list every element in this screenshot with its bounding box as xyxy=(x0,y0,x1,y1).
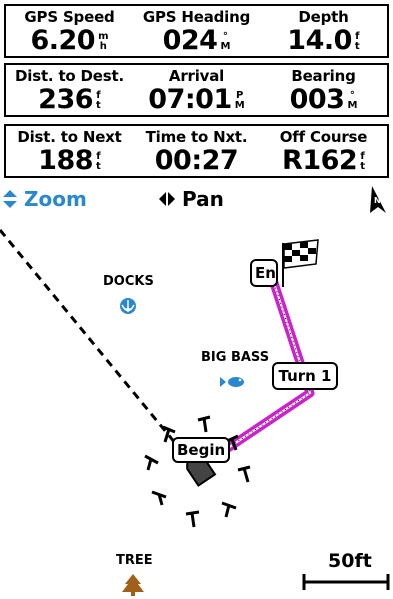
field-label: Dist. to Dest. xyxy=(15,67,124,85)
field-unit: ft xyxy=(360,151,365,172)
end-waypoint[interactable]: End xyxy=(250,259,278,287)
map-canvas xyxy=(0,229,390,596)
field-label: Time to Nxt. xyxy=(145,128,248,146)
big-bass-label: BIG BASS xyxy=(201,350,270,365)
field-label: Bearing xyxy=(291,67,356,85)
field-value: 003 xyxy=(289,84,345,115)
field-label: Off Course xyxy=(279,128,368,146)
field-value: 00:27 xyxy=(154,145,239,176)
bearing-field[interactable]: Bearing 003 ° M xyxy=(260,65,387,115)
dist-to-next-field[interactable]: Dist. to Next 188 ft xyxy=(6,126,133,176)
arrival-field[interactable]: Arrival 07:01 PM xyxy=(133,65,260,115)
map-toolbar: Zoom Pan N xyxy=(0,183,393,219)
field-label: GPS Heading xyxy=(142,8,251,26)
field-label: Depth xyxy=(298,8,349,26)
field-unit: ° M xyxy=(347,90,358,111)
up-down-arrows-icon xyxy=(3,190,17,208)
data-row-2: Dist. to Dest. 236 ft Arrival 07:01 PM B… xyxy=(4,63,389,117)
field-label: GPS Speed xyxy=(24,8,115,26)
field-label: Dist. to Next xyxy=(17,128,122,146)
scale-label: 50ft xyxy=(328,550,372,572)
heading-line xyxy=(0,229,187,456)
fish-marker xyxy=(220,377,244,387)
field-value: 236 xyxy=(38,84,94,115)
north-arrow-icon[interactable]: N xyxy=(366,183,390,217)
pan-label: Pan xyxy=(182,187,224,211)
time-to-next-field[interactable]: Time to Nxt. 00:27 xyxy=(133,126,260,176)
data-row-3: Dist. to Next 188 ft Time to Nxt. 00:27 … xyxy=(4,124,389,178)
pan-button[interactable]: Pan xyxy=(158,187,224,211)
field-label: Arrival xyxy=(168,67,225,85)
left-right-arrows-icon xyxy=(159,192,175,206)
field-unit: ° M xyxy=(220,31,231,52)
gps-speed-field[interactable]: GPS Speed 6.20 mh xyxy=(6,6,133,56)
zoom-label: Zoom xyxy=(24,187,87,211)
field-value: 6.20 xyxy=(30,25,96,56)
svg-text:N: N xyxy=(374,196,381,205)
off-course-field[interactable]: Off Course R162 ft xyxy=(260,126,387,176)
field-value: 188 xyxy=(38,145,94,176)
field-unit: mh xyxy=(98,31,109,52)
docks-label: DOCKS xyxy=(103,274,154,289)
depth-field[interactable]: Depth 14.0 ft xyxy=(260,6,387,56)
zoom-button[interactable]: Zoom xyxy=(2,187,87,211)
field-value: 07:01 xyxy=(148,84,232,115)
field-value: 14.0 xyxy=(287,25,352,56)
field-unit: PM xyxy=(234,90,245,111)
checkered-flag-icon xyxy=(282,239,319,287)
data-row-1: GPS Speed 6.20 mh GPS Heading 024 ° M Dep… xyxy=(4,4,389,58)
field-value: 024 xyxy=(162,25,218,56)
turn-1-waypoint[interactable]: Turn 1 xyxy=(272,362,338,390)
field-value: R162 xyxy=(282,145,358,176)
scale-bar xyxy=(302,574,390,590)
gps-heading-field[interactable]: GPS Heading 024 ° M xyxy=(133,6,260,56)
tree-label: TREE xyxy=(116,553,153,568)
map-view[interactable]: DOCKS BIG BASS TREE Turn 1 Begin End xyxy=(0,219,393,599)
dist-to-dest-field[interactable]: Dist. to Dest. 236 ft xyxy=(6,65,133,115)
field-unit: ft xyxy=(96,90,101,111)
begin-waypoint[interactable]: Begin xyxy=(172,437,230,463)
tree-marker xyxy=(122,574,144,596)
field-unit: ft xyxy=(354,31,360,52)
field-unit: ft xyxy=(96,151,101,172)
docks-marker xyxy=(120,298,136,314)
